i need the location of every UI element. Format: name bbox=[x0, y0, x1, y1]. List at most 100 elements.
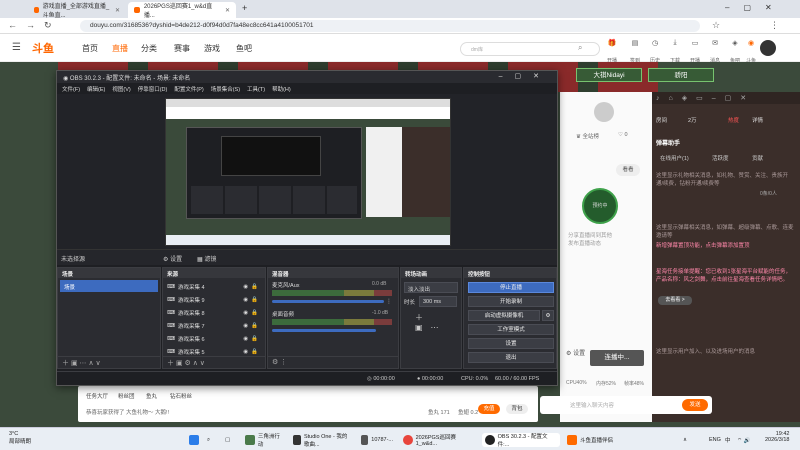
back-icon[interactable]: ← bbox=[8, 20, 17, 30]
nav-category[interactable]: 分类 bbox=[141, 43, 157, 54]
menu-profile[interactable]: 配置文件(P) bbox=[174, 85, 203, 93]
close-tab-icon[interactable]: ✕ bbox=[225, 7, 230, 14]
new-tab-button[interactable]: + bbox=[242, 3, 247, 13]
tab-room[interactable]: 房间 bbox=[656, 116, 667, 124]
top-icon-stream[interactable]: ▭ 开播 bbox=[688, 39, 702, 64]
taskbar-app[interactable]: 2026PGS巡回赛1_w&d... bbox=[400, 433, 478, 447]
volume-slider[interactable] bbox=[272, 300, 384, 303]
banner-tag-team[interactable]: 骄阳 bbox=[648, 68, 714, 82]
gift-item[interactable]: 任务大厅 bbox=[86, 392, 108, 400]
stop-streaming-button[interactable]: 停止直播 bbox=[468, 282, 554, 293]
nav-yuba[interactable]: 鱼吧 bbox=[236, 43, 252, 54]
close-tab-icon[interactable]: ✕ bbox=[115, 7, 120, 14]
nav-events[interactable]: 赛事 bbox=[174, 43, 190, 54]
panel-toolbar-icons[interactable]: ♪⌂◈▭–▢✕ bbox=[652, 92, 800, 104]
backpack-button[interactable]: 背包 bbox=[506, 404, 528, 414]
top-icon-message[interactable]: ✉ 消息 bbox=[708, 39, 722, 64]
subtab-online[interactable]: 在线用户(1) bbox=[660, 154, 689, 162]
menu-icon[interactable]: ⋮ bbox=[770, 20, 779, 31]
settings-button[interactable]: 设置 bbox=[468, 338, 554, 349]
network-volume-icons[interactable]: ⌔ 🔊 bbox=[734, 433, 754, 447]
gift-item[interactable]: 鱼丸 bbox=[146, 392, 157, 400]
scenes-toolbar[interactable]: ＋ ▣ ⋯ ∧ ∨ bbox=[58, 356, 160, 368]
properties-button[interactable]: ⚙ 设置 bbox=[159, 253, 186, 264]
avatar[interactable] bbox=[760, 40, 776, 56]
tab-heat[interactable]: 热度 bbox=[728, 116, 739, 124]
banner-tag-streamer[interactable]: 大祺Nidayi bbox=[576, 68, 642, 82]
menu-docks[interactable]: 停靠窗口(D) bbox=[138, 85, 168, 93]
menu-view[interactable]: 视图(V) bbox=[112, 85, 130, 93]
star-icon[interactable]: ☆ bbox=[712, 20, 720, 31]
mixer-toolbar[interactable]: ⚙ ⋮ bbox=[268, 356, 398, 368]
url-field[interactable]: douyu.com/3168536?dyshid=b4de212-d0f94d0… bbox=[80, 20, 700, 32]
start-button[interactable] bbox=[186, 433, 202, 447]
scene-item[interactable]: 场景 bbox=[60, 280, 158, 292]
search-icon[interactable]: ⌕ bbox=[578, 43, 582, 53]
chat-input[interactable]: 这里输入聊天内容 bbox=[570, 401, 614, 409]
menu-file[interactable]: 文件(F) bbox=[62, 85, 80, 93]
watch-button[interactable]: 看看 bbox=[616, 164, 640, 176]
source-item[interactable]: ⌨ 游戏采集 9 ◉🔒 bbox=[163, 293, 265, 306]
menu-help[interactable]: 帮助(H) bbox=[272, 85, 291, 93]
settings-link[interactable]: ⚙ 设置 bbox=[566, 348, 585, 357]
gift-item[interactable]: 粉丝团 bbox=[118, 392, 135, 400]
duration-field[interactable]: 300 ms bbox=[419, 296, 457, 307]
forward-icon[interactable]: → bbox=[26, 20, 35, 30]
view-task-button[interactable]: 去看看 > bbox=[658, 296, 692, 305]
hamburger-icon[interactable]: ☰ bbox=[12, 42, 21, 53]
exit-button[interactable]: 退出 bbox=[468, 352, 554, 363]
top-icon-download[interactable]: ⤓ 下载 bbox=[668, 39, 682, 64]
source-item[interactable]: ⌨ 游戏采集 7 ◉🔒 bbox=[163, 319, 265, 332]
menu-tools[interactable]: 工具(T) bbox=[247, 85, 265, 93]
taskbar-app[interactable]: 10787-... bbox=[358, 433, 396, 447]
filters-button[interactable]: ▦ 滤镜 bbox=[193, 253, 220, 264]
send-button[interactable]: 发送 bbox=[682, 399, 708, 411]
start-recording-button[interactable]: 开始录制 bbox=[468, 296, 554, 307]
source-item[interactable]: ⌨ 游戏采集 6 ◉🔒 bbox=[163, 332, 265, 345]
douyu-logo[interactable]: 斗鱼 bbox=[32, 40, 62, 56]
browser-tab-active[interactable]: 2026PGS巡回赛1_w&d直播... ✕ bbox=[128, 2, 236, 19]
gift-item[interactable]: 钻石粉丝 bbox=[170, 392, 192, 400]
top-icon-history[interactable]: ◷ 历史 bbox=[648, 39, 662, 64]
obs-preview-area[interactable] bbox=[57, 94, 557, 249]
obs-window-controls[interactable]: –▢✕ bbox=[499, 72, 551, 80]
go-live-button[interactable]: 连播中... bbox=[590, 350, 644, 366]
sources-toolbar[interactable]: ＋ ▣ ⚙ ∧ ∨ bbox=[163, 356, 265, 368]
nav-games[interactable]: 游戏 bbox=[204, 43, 220, 54]
reload-icon[interactable]: ↻ bbox=[44, 20, 52, 31]
source-item[interactable]: ⌨ 游戏采集 8 ◉🔒 bbox=[163, 306, 265, 319]
channel-menu-icon[interactable]: ⋮ bbox=[386, 298, 392, 305]
volume-slider[interactable] bbox=[272, 329, 376, 332]
menu-scene-collection[interactable]: 场景集合(S) bbox=[211, 85, 240, 93]
top-icon-douyu[interactable]: ◉ 斗鱼 bbox=[744, 39, 758, 64]
rank-label[interactable]: ♛ 全站榜 bbox=[576, 132, 599, 140]
recharge-button[interactable]: 充值 bbox=[478, 404, 500, 414]
clock[interactable]: 19:42 2026/3/18 bbox=[762, 431, 792, 449]
window-controls[interactable]: –▢✕ bbox=[725, 3, 786, 12]
source-item[interactable]: ⌨ 游戏采集 4 ◉🔒 bbox=[163, 280, 265, 293]
anchor-avatar[interactable] bbox=[594, 102, 614, 122]
tab-viewers[interactable]: 2万 bbox=[688, 116, 697, 124]
search-taskbar-icon[interactable]: ⌕ bbox=[204, 433, 213, 447]
taskbar-app[interactable]: 三角洲行动 bbox=[242, 433, 288, 448]
tab-details[interactable]: 详情 bbox=[752, 116, 763, 124]
taskbar-app[interactable]: Studio One - 我的歌曲... bbox=[290, 433, 354, 447]
studio-mode-button[interactable]: 工作室模式 bbox=[468, 324, 554, 335]
weather-widget[interactable]: 3°C 局部晴朗 bbox=[6, 431, 34, 449]
taskview-icon[interactable]: ▢ bbox=[222, 433, 233, 447]
transition-select[interactable]: 淡入淡出 bbox=[404, 282, 458, 293]
top-icon-checkin[interactable]: ▤ 签到 bbox=[628, 39, 642, 64]
taskbar-app-active[interactable]: OBS 30.2.3 - 配置文件:... bbox=[482, 433, 560, 447]
nav-live[interactable]: 直播 bbox=[112, 43, 128, 54]
transition-add-remove[interactable]: ＋▣⋯ bbox=[415, 312, 461, 332]
virtual-camera-settings-icon[interactable]: ⚙ bbox=[542, 310, 554, 321]
nav-home[interactable]: 首页 bbox=[82, 43, 98, 54]
ime-indicator[interactable]: 中 bbox=[722, 433, 734, 447]
top-icon-yuba[interactable]: ◈ 鱼吧 bbox=[728, 39, 742, 64]
browser-tab[interactable]: 游戏直播_全部游戏直播_斗鱼直... ✕ bbox=[28, 2, 126, 19]
tray-chevron-icon[interactable]: ∧ bbox=[680, 433, 690, 447]
subtab-activity[interactable]: 活跃度 bbox=[712, 154, 729, 162]
menu-edit[interactable]: 编辑(E) bbox=[87, 85, 105, 93]
taskbar-app[interactable]: 斗鱼直播伴侣 bbox=[564, 433, 618, 447]
virtual-camera-button[interactable]: 启动虚拟摄像机 bbox=[468, 310, 540, 321]
